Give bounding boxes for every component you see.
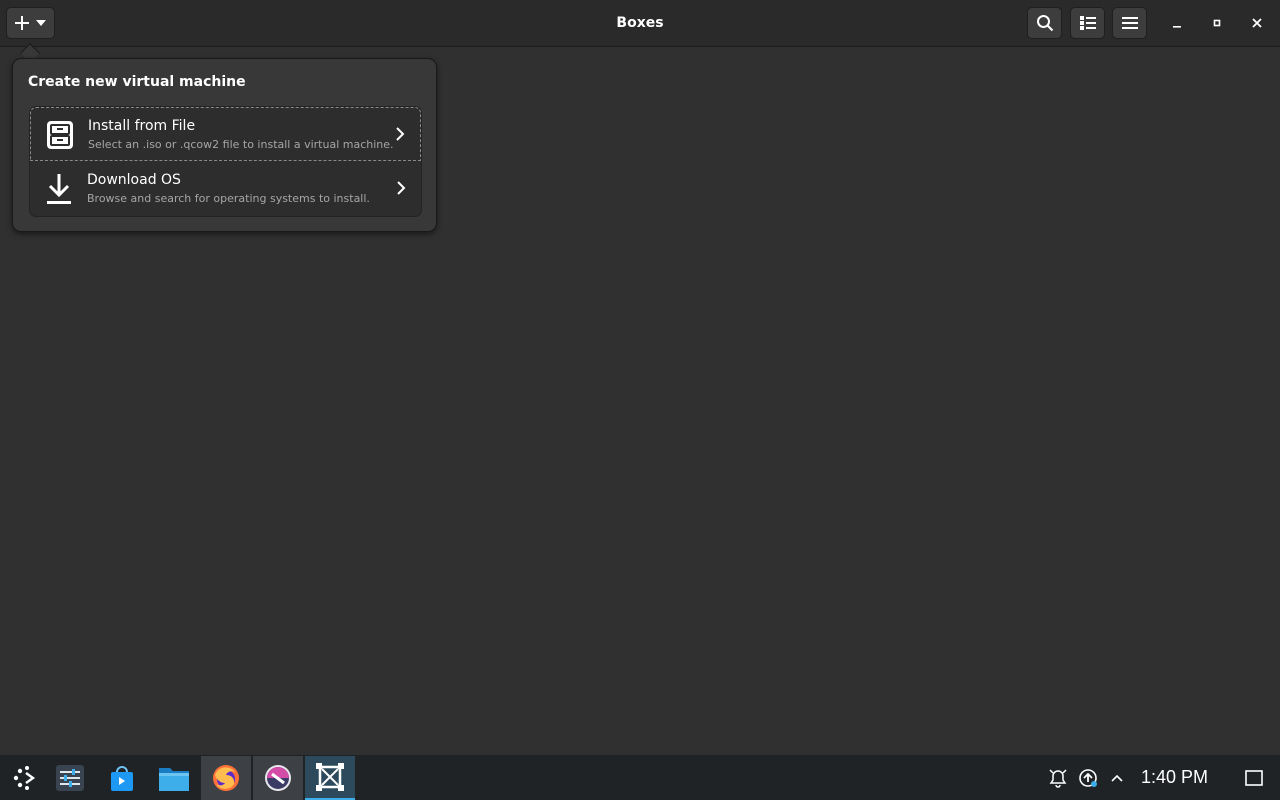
close-button[interactable] xyxy=(1245,11,1269,35)
system-tray-expander[interactable] xyxy=(1107,768,1127,788)
new-vm-button[interactable] xyxy=(6,7,55,39)
download-os-description: Browse and search for operating systems … xyxy=(87,192,370,205)
taskbar-app[interactable] xyxy=(253,756,303,800)
install-from-file-description: Select an .iso or .qcow2 file to install… xyxy=(88,138,394,151)
taskbar-firefox[interactable] xyxy=(201,756,251,800)
bell-disabled-icon xyxy=(1049,769,1067,788)
maximize-icon xyxy=(1213,19,1221,27)
search-icon xyxy=(1036,15,1053,32)
show-desktop-icon xyxy=(1245,770,1263,786)
taskbar: 1:40 PM xyxy=(0,754,1280,800)
clock[interactable]: 1:40 PM xyxy=(1141,767,1208,788)
taskbar-discover[interactable] xyxy=(97,756,147,800)
chevron-right-icon xyxy=(396,127,405,141)
download-os-label: Download OS xyxy=(87,172,181,188)
search-button[interactable] xyxy=(1027,7,1062,39)
update-icon xyxy=(1079,769,1097,787)
application-launcher-icon xyxy=(13,766,36,790)
view-mode-button[interactable] xyxy=(1070,7,1105,39)
install-from-file-row[interactable]: Install from File Select an .iso or .qco… xyxy=(30,107,421,161)
chevron-down-icon xyxy=(36,20,46,26)
download-icon xyxy=(44,174,74,204)
popover-title: Create new virtual machine xyxy=(28,74,246,90)
download-os-row[interactable]: Download OS Browse and search for operat… xyxy=(30,162,421,216)
new-vm-popover: Create new virtual machine Install from … xyxy=(12,58,437,232)
chevron-up-icon xyxy=(1111,774,1123,782)
minimize-icon xyxy=(1173,26,1181,28)
show-desktop-button[interactable] xyxy=(1244,768,1264,788)
hamburger-menu-icon xyxy=(1121,17,1138,29)
main-menu-button[interactable] xyxy=(1112,7,1147,39)
application-launcher-button[interactable] xyxy=(0,756,50,800)
discover-store-icon xyxy=(111,766,133,791)
firefox-icon xyxy=(213,765,239,791)
system-settings-icon xyxy=(56,765,84,791)
boxes-icon xyxy=(316,763,344,791)
close-icon xyxy=(1252,18,1262,28)
install-from-file-label: Install from File xyxy=(88,118,196,134)
plus-icon xyxy=(15,16,29,30)
minimize-button[interactable] xyxy=(1165,11,1189,35)
notifications-tray-button[interactable] xyxy=(1048,768,1068,788)
taskbar-system-settings[interactable] xyxy=(45,756,95,800)
updates-tray-button[interactable] xyxy=(1078,768,1098,788)
file-cabinet-icon xyxy=(45,120,75,150)
popover-list: Install from File Select an .iso or .qco… xyxy=(29,106,422,217)
maximize-button[interactable] xyxy=(1205,11,1229,35)
chevron-right-icon xyxy=(397,181,406,195)
file-manager-icon xyxy=(159,768,189,791)
app-icon xyxy=(265,765,291,791)
list-view-icon xyxy=(1079,16,1096,30)
header-bar: Boxes xyxy=(0,0,1280,47)
taskbar-boxes[interactable] xyxy=(305,756,355,800)
taskbar-file-manager[interactable] xyxy=(149,756,199,800)
